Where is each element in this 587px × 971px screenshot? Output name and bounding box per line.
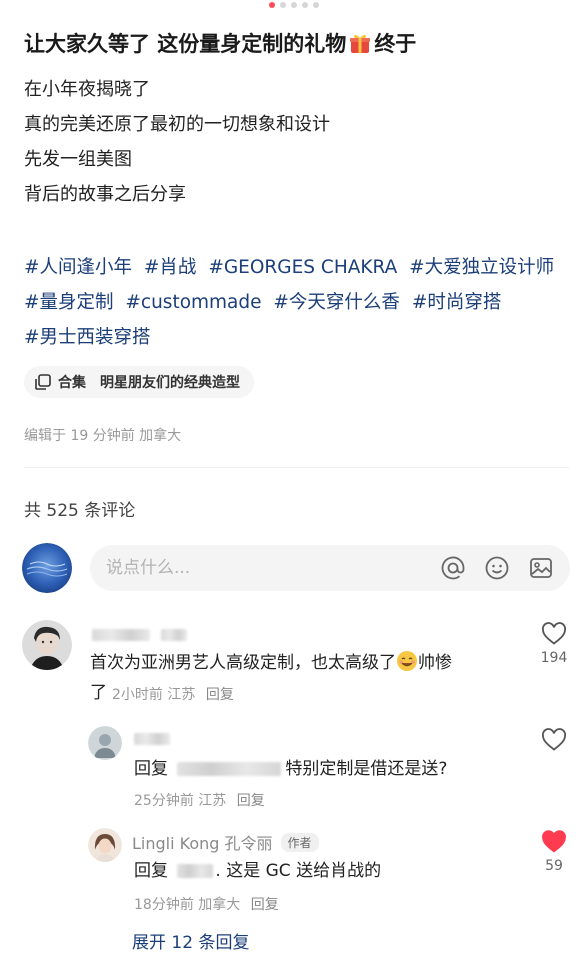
carousel-dot-active[interactable] [268,2,275,8]
avatar-image [88,828,122,862]
carousel-indicator [0,2,587,8]
expand-replies-button[interactable]: 展开 12 条回复 [132,928,249,953]
comment-input-box[interactable] [90,545,570,591]
post-body: 在小年夜揭晓了 真的完美还原了最初的一切想象和设计 先发一组美图 背后的故事之后… [24,72,330,212]
mention-blurred[interactable] [177,864,214,878]
reply-text: 回复 特别定制是借还是送? [134,754,447,784]
post-line: 背后的故事之后分享 [24,184,186,205]
comment-time: 2小时前 [112,687,163,703]
divider [24,467,569,468]
comment-location: 江苏 [167,687,196,703]
reply-prefix: 回复 [134,759,168,779]
like-button[interactable] [524,728,584,756]
mention-blurred[interactable] [177,762,282,776]
hashtag-list: #人间逢小年 #肖战 #GEORGES CHAKRA #大爱独立设计师 #量身定… [24,250,569,355]
like-count: 194 [540,650,568,666]
collection-label: 合集 [58,375,86,391]
author-badge: 作者 [280,833,319,852]
comment-location: 加拿大 [198,897,241,913]
hashtag[interactable]: #大爱独立设计师 [409,257,554,278]
commenter-avatar[interactable] [22,620,72,670]
like-count: 59 [545,858,563,874]
comment-time: 25分钟前 [134,793,194,809]
hashtag[interactable]: #男士西装穿搭 [24,327,151,348]
carousel-dot[interactable] [301,2,308,8]
collection-icon [35,374,51,390]
author-avatar[interactable] [88,828,122,862]
hashtag[interactable]: #custommade [125,292,261,313]
hashtag[interactable]: #今天穿什么香 [273,292,400,313]
commenter-name-blurred [92,626,188,645]
like-button[interactable]: 59 [524,830,584,874]
carousel-dot[interactable] [279,2,286,8]
gift-emoji-icon [350,34,371,53]
heart-filled-icon [542,830,566,853]
like-button[interactable]: 194 [524,622,584,666]
post-title: 让大家久等了 这份量身定制的礼物 终于 [24,28,416,58]
reply-meta: 25分钟前 江苏 回复 [134,790,265,810]
reply-meta: 18分钟前 加拿大 回复 [134,894,279,914]
collection-name: 明星朋友们的经典造型 [100,375,240,391]
avatar-image [22,543,72,593]
comment-time: 18分钟前 [134,897,194,913]
comment-location: 江苏 [198,793,227,809]
mention-icon[interactable] [440,555,466,581]
carousel-dot[interactable] [312,2,319,8]
reply-text: 回复 . 这是 GC 送给肖战的 [134,861,382,881]
heart-outline-icon [542,622,566,645]
comment-meta: 2小时前 江苏 回复 [112,684,234,704]
edit-info: 编辑于 19 分钟前 加拿大 [24,428,182,444]
comment-count: 共 525 条评论 [24,501,136,521]
comment-text-part: 了 [90,683,107,703]
comment-text-part: 帅惨 [418,653,452,673]
avatar-image [88,726,122,760]
input-toolbar [440,555,554,581]
carousel-dot[interactable] [290,2,297,8]
avatar-image [22,620,72,670]
emoji-icon[interactable] [484,555,510,581]
heart-outline-icon [542,728,566,751]
post-title-text: 让大家久等了 这份量身定制的礼物 [24,32,347,56]
replier-name-blurred [134,730,170,749]
drooling-face-emoji-icon [397,651,417,671]
image-icon[interactable] [528,555,554,581]
reply-button[interactable]: 回复 [206,687,234,703]
comment-text-part: 首次为亚洲男艺人高级定制，也太高级了 [90,653,396,673]
reply-text-content: 特别定制是借还是送? [285,759,448,779]
author-name-row: Lingli Kong 孔令丽 作者 [132,830,319,854]
comment-input[interactable] [106,558,440,578]
replier-avatar[interactable] [88,726,122,760]
collection-chip[interactable]: 合集 明星朋友们的经典造型 [24,366,254,398]
hashtag[interactable]: #GEORGES CHAKRA [208,257,397,278]
post-title-text-end: 终于 [374,32,417,56]
hashtag[interactable]: #时尚穿搭 [412,292,502,313]
reply-prefix: 回复 [134,861,168,881]
post-line: 真的完美还原了最初的一切想象和设计 [24,114,330,135]
hashtag[interactable]: #肖战 [144,257,197,278]
post-line: 先发一组美图 [24,149,132,170]
author-name[interactable]: Lingli Kong 孔令丽 [132,834,273,853]
hashtag[interactable]: #人间逢小年 [24,257,132,278]
reply-button[interactable]: 回复 [237,793,265,809]
my-avatar[interactable] [22,543,72,593]
reply-button[interactable]: 回复 [251,897,279,913]
hashtag[interactable]: #量身定制 [24,292,114,313]
post-line: 在小年夜揭晓了 [24,79,150,100]
reply-text-content: 这是 GC 送给肖战的 [226,861,382,881]
